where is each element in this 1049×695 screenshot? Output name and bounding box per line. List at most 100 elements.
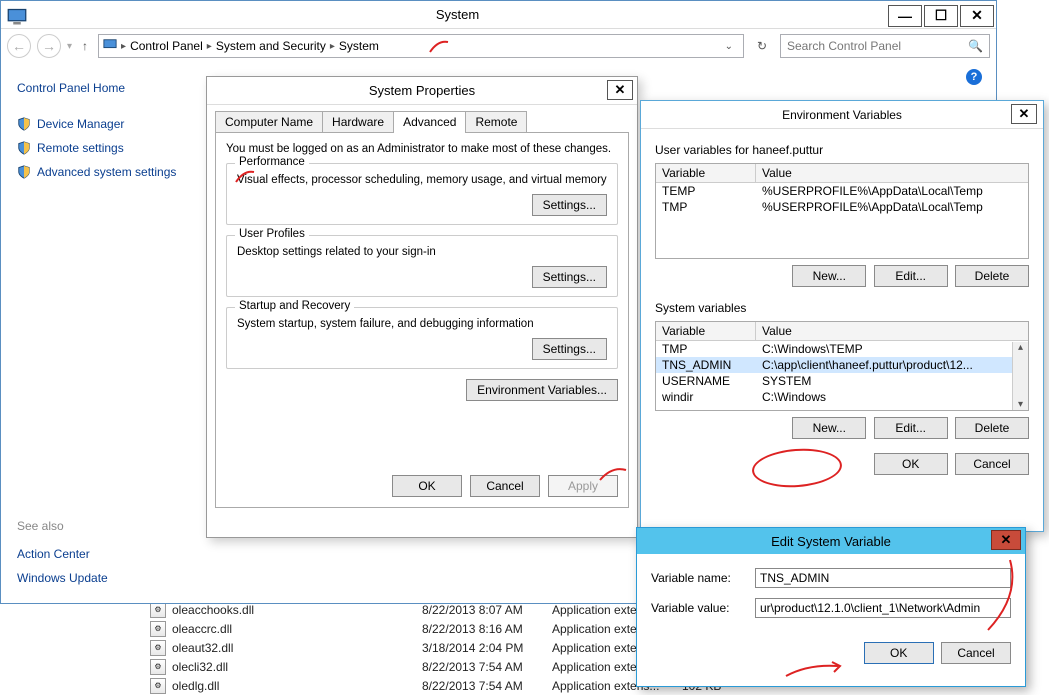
ok-button[interactable]: OK	[874, 453, 948, 475]
table-row[interactable]: TMPC:\Windows\TEMP	[656, 341, 1028, 357]
file-date: 8/22/2013 7:54 AM	[422, 660, 552, 674]
startup-group: Startup and Recovery System startup, sys…	[226, 307, 618, 369]
dll-icon: ⚙	[150, 621, 166, 637]
search-placeholder: Search Control Panel	[787, 39, 901, 53]
cancel-button[interactable]: Cancel	[955, 453, 1029, 475]
user-edit-button[interactable]: Edit...	[874, 265, 948, 287]
breadcrumb-dropdown-icon[interactable]: ⌄	[725, 41, 739, 52]
dll-icon: ⚙	[150, 640, 166, 656]
column-value[interactable]: Value	[756, 322, 1028, 340]
environment-variables-button[interactable]: Environment Variables...	[466, 379, 618, 401]
group-desc: Desktop settings related to your sign-in	[237, 246, 607, 258]
forward-button[interactable]: →	[37, 34, 61, 58]
file-date: 8/22/2013 8:07 AM	[422, 603, 552, 617]
cell-value: C:\Windows	[756, 389, 1028, 405]
table-row[interactable]: TNS_ADMINC:\app\client\haneef.puttur\pro…	[656, 357, 1028, 373]
sidebar-link-label: Device Manager	[37, 117, 124, 131]
dialog-titlebar[interactable]: Edit System Variable ✕	[637, 528, 1025, 554]
system-new-button[interactable]: New...	[792, 417, 866, 439]
back-button[interactable]: ←	[7, 34, 31, 58]
sidebar-link-device-manager[interactable]: Device Manager	[17, 117, 181, 131]
environment-variables-dialog: Environment Variables ✕ User variables f…	[640, 100, 1044, 532]
tab-hardware[interactable]: Hardware	[322, 111, 394, 133]
breadcrumb[interactable]: ▸ Control Panel ▸ System and Security ▸ …	[98, 34, 744, 58]
performance-settings-button[interactable]: Settings...	[532, 194, 607, 216]
chevron-right-icon[interactable]: ▸	[330, 41, 335, 52]
cancel-button[interactable]: Cancel	[941, 642, 1011, 664]
computer-icon	[7, 7, 27, 23]
user-vars-table[interactable]: Variable Value TEMP%USERPROFILE%\AppData…	[655, 163, 1029, 259]
startup-settings-button[interactable]: Settings...	[532, 338, 607, 360]
system-vars-table[interactable]: Variable Value TMPC:\Windows\TEMPTNS_ADM…	[655, 321, 1029, 411]
cell-value: C:\Windows\TEMP	[756, 341, 1028, 357]
ok-button[interactable]: OK	[392, 475, 462, 497]
admin-note: You must be logged on as an Administrato…	[226, 143, 618, 155]
column-value[interactable]: Value	[756, 164, 1028, 182]
help-icon[interactable]: ?	[966, 69, 982, 85]
table-row[interactable]: TEMP%USERPROFILE%\AppData\Local\Temp	[656, 183, 1028, 199]
tab-advanced[interactable]: Advanced	[393, 111, 466, 133]
tab-strip: Computer NameHardwareAdvancedRemote	[215, 111, 629, 133]
sidebar-link-advanced-system-settings[interactable]: Advanced system settings	[17, 165, 181, 179]
cell-value: %USERPROFILE%\AppData\Local\Temp	[756, 183, 1028, 199]
recent-dropdown-icon[interactable]: ▾	[67, 41, 72, 52]
dialog-title: Environment Variables	[782, 108, 902, 122]
variable-value-label: Variable value:	[651, 601, 755, 615]
file-name: oleacchooks.dll	[172, 603, 422, 617]
variable-value-input[interactable]	[755, 598, 1011, 618]
system-delete-button[interactable]: Delete	[955, 417, 1029, 439]
control-panel-home-link[interactable]: Control Panel Home	[17, 81, 181, 95]
search-icon: 🔍	[968, 39, 983, 53]
column-variable[interactable]: Variable	[656, 322, 756, 340]
apply-button: Apply	[548, 475, 618, 497]
refresh-button[interactable]: ↻	[750, 34, 774, 58]
cancel-button[interactable]: Cancel	[470, 475, 540, 497]
system-properties-dialog: System Properties ✕ Computer NameHardwar…	[206, 76, 638, 538]
close-button[interactable]: ✕	[991, 530, 1021, 550]
seealso-link[interactable]: Action Center	[17, 547, 181, 561]
sidebar-link-label: Remote settings	[37, 141, 124, 155]
dialog-titlebar[interactable]: System Properties ✕	[207, 77, 637, 105]
profiles-settings-button[interactable]: Settings...	[532, 266, 607, 288]
minimize-button[interactable]: —	[888, 5, 922, 27]
seealso-link[interactable]: Windows Update	[17, 571, 181, 585]
chevron-right-icon[interactable]: ▸	[121, 41, 126, 52]
sidebar-link-remote-settings[interactable]: Remote settings	[17, 141, 181, 155]
tab-remote[interactable]: Remote	[465, 111, 527, 133]
variable-name-input[interactable]	[755, 568, 1011, 588]
user-new-button[interactable]: New...	[792, 265, 866, 287]
shield-icon	[17, 165, 31, 179]
column-variable[interactable]: Variable	[656, 164, 756, 182]
chevron-right-icon[interactable]: ▸	[207, 41, 212, 52]
breadcrumb-item[interactable]: Control Panel	[130, 39, 203, 53]
ok-button[interactable]: OK	[864, 642, 934, 664]
cell-variable: TMP	[656, 341, 756, 357]
dll-icon: ⚙	[150, 678, 166, 694]
close-button[interactable]: ✕	[1011, 104, 1037, 124]
cell-variable: TMP	[656, 199, 756, 215]
group-title: Startup and Recovery	[235, 300, 354, 312]
cell-variable: TEMP	[656, 183, 756, 199]
table-row[interactable]: windirC:\Windows	[656, 389, 1028, 405]
breadcrumb-item[interactable]: System and Security	[216, 39, 326, 53]
file-name: oleaccrc.dll	[172, 622, 422, 636]
table-row[interactable]: USERNAMESYSTEM	[656, 373, 1028, 389]
up-button[interactable]: ↑	[78, 39, 92, 53]
tab-computer-name[interactable]: Computer Name	[215, 111, 323, 133]
dll-icon: ⚙	[150, 659, 166, 675]
file-name: oledlg.dll	[172, 679, 422, 693]
close-button[interactable]: ✕	[960, 5, 994, 27]
maximize-button[interactable]: ☐	[924, 5, 958, 27]
system-titlebar[interactable]: System — ☐ ✕	[1, 1, 996, 29]
breadcrumb-item[interactable]: System	[339, 39, 379, 53]
search-input[interactable]: Search Control Panel 🔍	[780, 34, 990, 58]
file-date: 8/22/2013 8:16 AM	[422, 622, 552, 636]
tab-panel-advanced: You must be logged on as an Administrato…	[215, 132, 629, 508]
dialog-title: Edit System Variable	[771, 534, 891, 549]
dialog-titlebar[interactable]: Environment Variables ✕	[641, 101, 1043, 129]
table-row[interactable]: TMP%USERPROFILE%\AppData\Local\Temp	[656, 199, 1028, 215]
system-edit-button[interactable]: Edit...	[874, 417, 948, 439]
close-button[interactable]: ✕	[607, 80, 633, 100]
scrollbar[interactable]: ▴▾	[1012, 342, 1028, 410]
user-delete-button[interactable]: Delete	[955, 265, 1029, 287]
